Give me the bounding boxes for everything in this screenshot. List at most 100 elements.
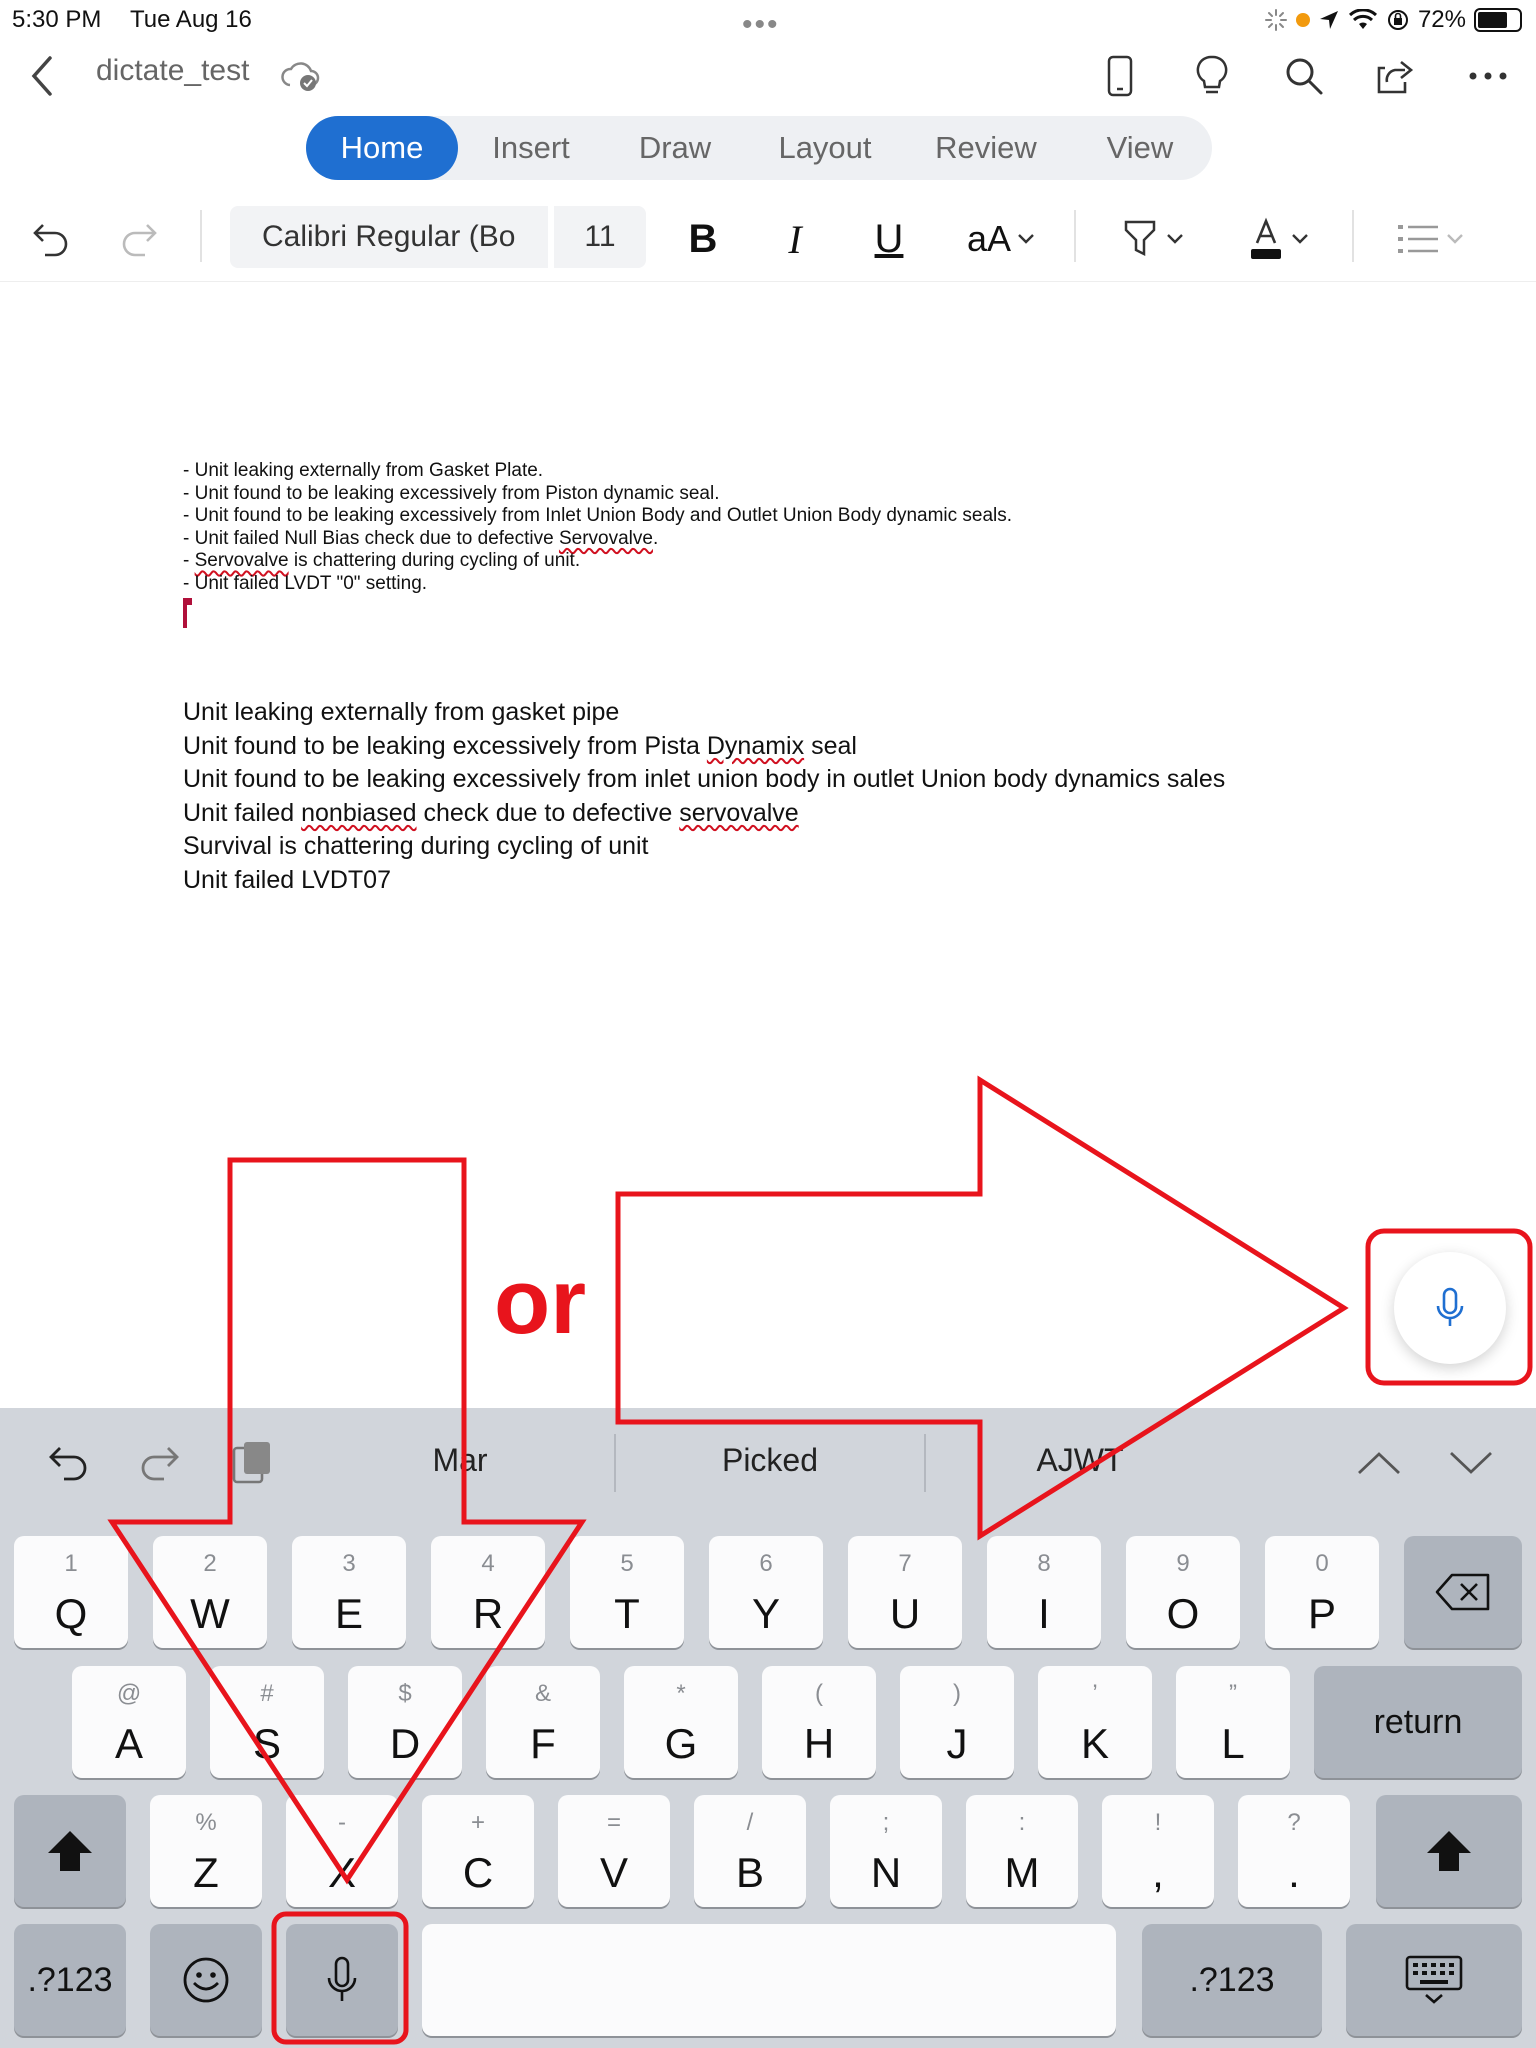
redo-icon[interactable] [112, 208, 166, 270]
tab-view[interactable]: View [1068, 116, 1212, 180]
key-e[interactable]: 3E [292, 1536, 406, 1648]
paragraph: Unit found to be leaking excessively fro… [183, 765, 1226, 793]
dictation-key[interactable] [286, 1924, 398, 2036]
chevron-down-icon [1292, 234, 1308, 244]
tab-review[interactable]: Review [904, 116, 1068, 180]
key-m[interactable]: :M [966, 1795, 1078, 1907]
suggestion-item[interactable]: Mar [330, 1442, 590, 1479]
tab-draw[interactable]: Draw [604, 116, 746, 180]
text-run: - Unit failed Null Bias check due to def… [183, 527, 559, 549]
shift-key-right[interactable] [1376, 1795, 1522, 1907]
font-color-button[interactable] [1236, 208, 1320, 270]
bold-button[interactable]: B [676, 208, 730, 270]
suggestion-item[interactable]: Picked [640, 1442, 900, 1479]
key-s[interactable]: # S [210, 1666, 324, 1778]
suggestion-item[interactable]: AJWT [950, 1442, 1210, 1479]
delete-key[interactable] [1404, 1536, 1522, 1648]
key-n[interactable]: ; N [830, 1795, 942, 1907]
mic-in-use-dot-icon [1295, 13, 1310, 27]
key-f[interactable]: & F [486, 1666, 600, 1778]
phone-view-icon[interactable] [1092, 50, 1148, 102]
key-secondary-label: ? [1287, 1809, 1301, 1836]
dictate-button[interactable] [1394, 1252, 1506, 1364]
chevron-down-icon[interactable] [1448, 1450, 1494, 1481]
dictated-text-block[interactable]: Unit leaking externally from gasket pipe… [183, 696, 1225, 897]
key-c[interactable]: + C [422, 1795, 534, 1907]
key-u[interactable]: 7U [848, 1536, 962, 1648]
key-k[interactable]: ’ K [1038, 1666, 1152, 1778]
key-secondary-label: ” [1229, 1680, 1237, 1707]
font-name-field[interactable]: Calibri Regular (Bo [230, 206, 548, 268]
suggestion-bar: Mar Picked AJWT [0, 1408, 1536, 1518]
numbers-key-right[interactable]: .?123 [1142, 1924, 1322, 2036]
key-label: E [334, 1590, 363, 1637]
multitasking-dots-icon[interactable]: ••• [742, 10, 780, 40]
key-label: F [530, 1720, 556, 1767]
dismiss-keyboard-key[interactable] [1346, 1924, 1522, 2036]
share-icon[interactable] [1368, 50, 1424, 102]
chevron-up-icon[interactable] [1356, 1450, 1402, 1481]
lightbulb-icon[interactable] [1184, 50, 1240, 102]
key-label: S [252, 1720, 281, 1767]
more-icon[interactable] [1460, 50, 1516, 102]
tab-layout[interactable]: Layout [746, 116, 904, 180]
key-label: I [1038, 1590, 1050, 1637]
key-g[interactable]: * G [624, 1666, 738, 1778]
tab-insert[interactable]: Insert [458, 116, 604, 180]
bullets-button[interactable] [1388, 208, 1472, 270]
numbers-key-left[interactable]: .?123 [14, 1924, 126, 2036]
divider [1074, 210, 1076, 262]
key-y[interactable]: 6Y [709, 1536, 823, 1648]
italic-button[interactable]: I [768, 208, 822, 270]
text-size-button[interactable]: aA [956, 208, 1046, 270]
text-run: Unit failed [183, 798, 302, 827]
return-key[interactable]: return [1314, 1666, 1522, 1778]
highlight-button[interactable] [1110, 208, 1194, 270]
back-chevron-icon[interactable] [14, 50, 70, 102]
key-w[interactable]: 2W [153, 1536, 267, 1648]
key-label: L [1221, 1720, 1245, 1767]
key-l[interactable]: ” L [1176, 1666, 1290, 1778]
key-v[interactable]: = V [558, 1795, 670, 1907]
key-x[interactable]: -X [286, 1795, 398, 1907]
key-j[interactable]: ) J [900, 1666, 1014, 1778]
keyboard-hide-icon [1405, 1955, 1463, 2004]
divider [1352, 210, 1354, 262]
space-bar[interactable] [422, 1924, 1116, 2036]
key-period[interactable]: ?. [1238, 1795, 1350, 1907]
key-d[interactable]: $ D [348, 1666, 462, 1778]
keyboard-undo-icon[interactable] [46, 1442, 90, 1487]
emoji-key[interactable] [150, 1924, 262, 2036]
key-p[interactable]: 0P [1265, 1536, 1379, 1648]
search-icon[interactable] [1276, 50, 1332, 102]
key-a[interactable]: @ A [72, 1666, 186, 1778]
key-o[interactable]: 9O [1126, 1536, 1240, 1648]
key-r[interactable]: 4R [431, 1536, 545, 1648]
tab-home[interactable]: Home [306, 116, 458, 180]
activity-spinner-icon [1264, 9, 1287, 31]
key-h[interactable]: (H [762, 1666, 876, 1778]
divider [200, 210, 202, 262]
underline-button[interactable]: U [862, 208, 916, 270]
key-q[interactable]: 1Q [14, 1536, 128, 1648]
font-size-field[interactable]: 11 [554, 206, 646, 268]
key-label: N [870, 1849, 902, 1896]
shift-key-left[interactable] [14, 1795, 126, 1907]
paste-icon[interactable] [230, 1438, 274, 1491]
key-b[interactable]: / B [694, 1795, 806, 1907]
or-annotation-label: or [494, 1251, 586, 1353]
key-t[interactable]: 5T [570, 1536, 684, 1648]
key-secondary-label: 0 [1315, 1550, 1329, 1577]
undo-icon[interactable] [24, 208, 78, 270]
key-i[interactable]: 8I [987, 1536, 1101, 1648]
key-label: B [735, 1849, 764, 1896]
key-comma[interactable]: !, [1102, 1795, 1214, 1907]
paragraph: - Unit found to be leaking excessively f… [183, 505, 1013, 526]
key-label: D [389, 1720, 421, 1767]
document-title[interactable]: dictate_test [96, 54, 249, 88]
keyboard-redo-icon[interactable] [138, 1442, 182, 1487]
key-secondary-label: ; [882, 1809, 890, 1836]
original-text-block[interactable]: - Unit leaking externally from Gasket Pl… [183, 460, 1012, 595]
key-z[interactable]: % Z [150, 1795, 262, 1907]
key-secondary-label: $ [398, 1680, 412, 1707]
